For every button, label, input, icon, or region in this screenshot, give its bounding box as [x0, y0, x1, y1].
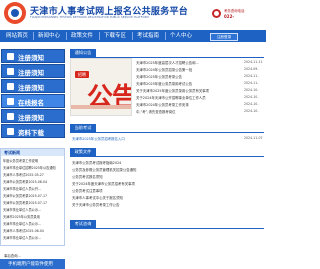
list-item[interactable]: 年度公务员考录工作说明 — [3, 158, 64, 163]
bottom-left-block: 事后查询... 手机端用户能软件使用 — [0, 252, 65, 269]
sidebar-button-register-notice[interactable]: 注册须知 — [1, 49, 65, 63]
tab-current-exam[interactable]: 当前考试 — [70, 124, 96, 132]
sidebar-button-downloads[interactable]: 资料下载 — [1, 124, 65, 138]
list-item[interactable]: 天津市事业单位人员公示... — [3, 221, 64, 226]
table-row[interactable]: 关于天津市2025年度公务员录用公务员有关事项 — [136, 88, 236, 93]
sidebar-button-register-notice[interactable]: 注册须知 — [1, 109, 65, 123]
table-row-date: 2024-10- — [244, 88, 259, 92]
nav-divider — [33, 32, 34, 40]
table-row[interactable]: 天津市2025年公务员考录公告 — [136, 74, 236, 79]
list-item[interactable]: 天津市事业单位人员公开... — [3, 186, 64, 191]
table-row[interactable]: 中,“考”,请先查查报考岗位 — [136, 109, 236, 114]
table-row-date: 2024-10- — [244, 109, 259, 113]
lock-icon — [7, 83, 14, 90]
table-row-date: 2024-11-07 — [244, 136, 263, 140]
login-button[interactable]: 注册登录 — [210, 33, 238, 41]
edit-icon — [7, 98, 14, 105]
nav-item-downloads[interactable]: 下载专区 — [104, 30, 126, 42]
table-row[interactable]: 天津市2025年度高层次人才招聘公告和... — [136, 60, 236, 65]
hotline-label: 考务咨询电话 — [224, 9, 245, 13]
sidebar-button-label: 注册须知 — [18, 54, 44, 62]
list-item[interactable]: 天津市人事考试2025-06-04 — [3, 228, 64, 233]
list-item[interactable]: 天津市事业单位招聘2025年公告通知 — [3, 165, 64, 170]
sidebar-button-label: 注册须知 — [18, 69, 44, 77]
panel-divider — [70, 156, 264, 157]
table-row-date: 2024-10- — [244, 102, 259, 106]
nav-item-personal[interactable]: 个人中心 — [170, 30, 192, 42]
panel-divider — [70, 228, 264, 229]
table-row[interactable]: 天津市2025年度公务员录用考试公告 — [136, 81, 236, 86]
list-item[interactable]: 天津市2025年公务员录用 — [3, 214, 64, 219]
left-news-title: 考试新闻 — [4, 150, 20, 155]
table-row[interactable]: 天津市人事考试中心关于报名须知 — [72, 195, 242, 200]
table-row[interactable]: 关于天津市公务员考录工作公告 — [72, 202, 242, 207]
table-row[interactable]: 天津市2024年公务员招录公告第一批 — [136, 67, 236, 72]
table-row[interactable]: 天津市2025年公务员招考报名入口 — [72, 136, 222, 141]
list-item[interactable]: 天津市人事考试2025-05-27 — [3, 172, 64, 177]
nav-item-home[interactable]: 网站首页 — [6, 30, 28, 42]
tab-exam-consult[interactable]: 考试咨询 — [70, 220, 96, 228]
sidebar-button-register-notice[interactable]: 注册须知 — [1, 79, 65, 93]
table-row-date: 2024-10- — [244, 95, 259, 99]
nav-item-guide[interactable]: 考试指南 — [137, 30, 159, 42]
list-item[interactable]: 天津市公务员考录2025-06-04 — [3, 179, 64, 184]
sidebar-button-label: 注册须知 — [18, 84, 44, 92]
panel-divider — [70, 132, 264, 133]
tab-policy[interactable]: 政策文件 — [70, 148, 96, 156]
user-icon — [7, 68, 14, 75]
site-logo-icon[interactable] — [4, 2, 26, 24]
sidebar-button-label: 注册须知 — [18, 114, 44, 122]
table-row-date: 2024-11- — [244, 74, 259, 78]
nav-divider — [66, 32, 67, 40]
download-icon — [7, 128, 14, 135]
site-subtitle: TIANJIN PERSONNEL TESTING NETWORK REGIST… — [30, 16, 149, 19]
tab-notice[interactable]: 通知公告 — [70, 49, 96, 57]
table-row[interactable]: 关于2024年度天津市公务员招考有关事项 — [72, 181, 242, 186]
table-row[interactable]: 公务员考试报名须知 — [72, 174, 242, 179]
table-row[interactable]: 公务员考试注意事项 — [72, 188, 242, 193]
notice-banner-image[interactable]: 招聘 公告 — [70, 58, 132, 116]
list-item[interactable]: 天津市事业单位人员公示... — [3, 207, 64, 212]
table-row[interactable]: 天津市2024年公务员考录工作安排 — [136, 102, 236, 107]
phone-icon — [212, 9, 221, 18]
table-row[interactable]: 关于2024年天津市公开招聘事业单位工作人员 — [136, 95, 236, 100]
search-icon — [7, 113, 14, 120]
sidebar-button-register-notice[interactable]: 注册须知 — [1, 64, 65, 78]
nav-item-news[interactable]: 新闻中心 — [38, 30, 60, 42]
main-nav: 网站首页 新闻中心 政策文件 下载专区 考试指南 个人中心 注册登录 — [0, 30, 266, 42]
mobile-app-button[interactable]: 手机端用户能软件使用 — [0, 259, 65, 269]
notice-banner-stripe — [71, 105, 131, 109]
left-news-panel: 考试新闻 年度公务员考录工作说明 天津市事业单位招聘2025年公告通知 天津市人… — [0, 148, 65, 246]
site-header: 天津市人事考试网上报名公共服务平台 TIANJIN PERSONNEL TEST… — [0, 0, 266, 30]
nav-divider — [132, 32, 133, 40]
hotline-number: 022- — [224, 14, 235, 19]
sidebar-button-label: 在线报名 — [18, 99, 44, 107]
table-row[interactable]: 公务员及参照公务员管理机关招录公告通知 — [72, 167, 242, 172]
mobile-app-label: 手机端用户能软件使用 — [8, 262, 53, 267]
table-row-date: 2024-11- — [244, 81, 259, 85]
document-icon — [7, 53, 14, 60]
bottom-left-line[interactable]: 事后查询... — [4, 253, 21, 258]
list-item[interactable]: 天津市公务员考录2025-07-17 — [3, 200, 64, 205]
list-item[interactable]: 天津市事业单位人员公示... — [3, 235, 64, 240]
table-row-date: 2024-09- — [244, 67, 259, 71]
sidebar-button-online-signup[interactable]: 在线报名 — [1, 94, 65, 108]
table-row[interactable]: 天津市公务员考试报考指南2024 — [72, 160, 242, 165]
table-row-date: 2024-11-11 — [244, 60, 263, 64]
sidebar-button-label: 资料下载 — [18, 129, 44, 137]
nav-divider — [165, 32, 166, 40]
nav-divider — [99, 32, 100, 40]
list-item[interactable]: 天津市公务员考录2025-07-17 — [3, 193, 64, 198]
nav-item-policy[interactable]: 政策文件 — [71, 30, 93, 42]
